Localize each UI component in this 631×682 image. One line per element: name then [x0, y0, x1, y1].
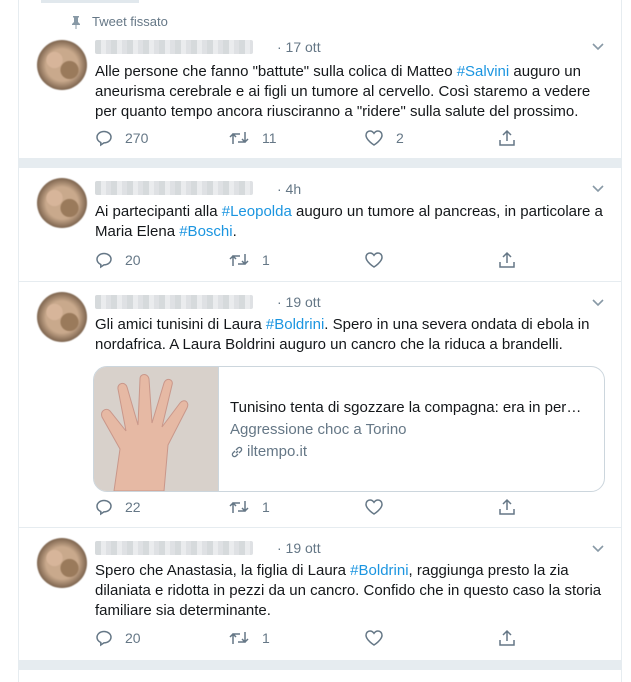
tweet-divider [19, 158, 621, 168]
like-button[interactable] [364, 251, 396, 269]
heart-icon [365, 630, 383, 646]
reply-icon [96, 252, 112, 269]
tweet-actions: 22 1 [95, 498, 595, 518]
chevron-down-icon[interactable] [591, 184, 605, 194]
tweet[interactable]: · 19 ott Spero che Anastasia, la figlia … [19, 528, 621, 660]
pin-icon [72, 15, 80, 29]
share-button[interactable] [498, 129, 528, 147]
tweet[interactable]: · 19 ott Gli amici tunisini di Laura #Bo… [19, 282, 621, 528]
tweet-actions: 20 1 [95, 251, 595, 271]
chevron-down-icon[interactable] [591, 544, 605, 554]
tweet-divider [19, 660, 621, 670]
retweet-button[interactable]: 1 [228, 251, 270, 269]
link-icon [231, 446, 243, 457]
reply-button[interactable]: 20 [95, 251, 141, 269]
link-preview-card[interactable]: Tunisino tenta di sgozzare la compagna: … [93, 366, 605, 492]
retweet-icon [229, 254, 249, 266]
tweet[interactable]: Tweet fissato · 17 ott Alle persone che … [19, 0, 621, 158]
avatar[interactable] [37, 178, 87, 228]
card-domain: iltempo.it [230, 443, 307, 460]
tweet-text: Spero che Anastasia, la figlia di Laura … [95, 562, 602, 619]
retweet-button[interactable]: 11 [228, 129, 277, 147]
tweet-time[interactable]: · 4h [277, 181, 301, 197]
tweet[interactable]: · 4h Ai partecipanti alla #Leopolda augu… [19, 168, 621, 282]
like-button[interactable] [364, 498, 396, 516]
retweet-button[interactable]: 1 [228, 629, 270, 647]
tweet-actions: 20 1 [95, 629, 595, 649]
heart-icon [365, 499, 383, 515]
reply-button[interactable]: 270 [95, 129, 148, 147]
share-button[interactable] [498, 629, 528, 647]
like-button[interactable]: 2 [364, 129, 404, 147]
hashtag-link[interactable]: #Boldrini [266, 316, 324, 333]
author-name-redacted[interactable] [95, 181, 253, 195]
reply-icon [96, 630, 112, 647]
card-title: Tunisino tenta di sgozzare la compagna: … [230, 399, 592, 416]
reply-icon [96, 499, 112, 516]
hashtag-link[interactable]: #Salvini [457, 63, 510, 80]
tweet-text: Alle persone che fanno "battute" sulla c… [95, 63, 591, 120]
retweet-icon [229, 501, 249, 513]
author-name-redacted[interactable] [95, 541, 253, 555]
author-name-redacted[interactable] [95, 40, 253, 54]
reply-icon [96, 130, 112, 147]
heart-icon [365, 252, 383, 268]
chevron-down-icon[interactable] [591, 298, 605, 308]
tweet-actions: 270 11 2 [95, 129, 595, 149]
raised-hand-image [94, 367, 218, 491]
tweet-time[interactable]: · 19 ott [277, 294, 321, 310]
like-button[interactable] [364, 629, 396, 647]
share-button[interactable] [498, 498, 528, 516]
tweet-text: Ai partecipanti alla #Leopolda auguro un… [95, 203, 603, 240]
share-icon [499, 251, 515, 268]
avatar[interactable] [37, 538, 87, 588]
avatar[interactable] [37, 40, 87, 90]
hashtag-link[interactable]: #Boldrini [350, 562, 408, 579]
heart-icon [365, 130, 383, 146]
tweet-time[interactable]: · 19 ott [277, 540, 321, 556]
tweet-text: Gli amici tunisini di Laura #Boldrini. S… [95, 316, 590, 353]
author-name-redacted[interactable] [95, 295, 253, 309]
hashtag-link[interactable]: #Leopolda [222, 203, 292, 220]
share-icon [499, 129, 515, 146]
retweet-button[interactable]: 1 [228, 498, 270, 516]
share-button[interactable] [498, 251, 528, 269]
card-thumbnail [94, 367, 219, 491]
reply-button[interactable]: 22 [95, 498, 141, 516]
pinned-label: Tweet fissato [71, 14, 168, 29]
avatar[interactable] [37, 292, 87, 342]
share-icon [499, 629, 515, 646]
hashtag-link[interactable]: #Boschi [179, 223, 232, 240]
chevron-down-icon[interactable] [591, 42, 605, 52]
retweet-icon [229, 632, 249, 644]
share-icon [499, 498, 515, 515]
retweet-icon [229, 132, 249, 144]
card-description: Aggressione choc a Torino [230, 421, 407, 438]
reply-button[interactable]: 20 [95, 629, 141, 647]
timeline: Tweet fissato · 17 ott Alle persone che … [18, 0, 622, 682]
tweet-time[interactable]: · 17 ott [277, 39, 321, 55]
